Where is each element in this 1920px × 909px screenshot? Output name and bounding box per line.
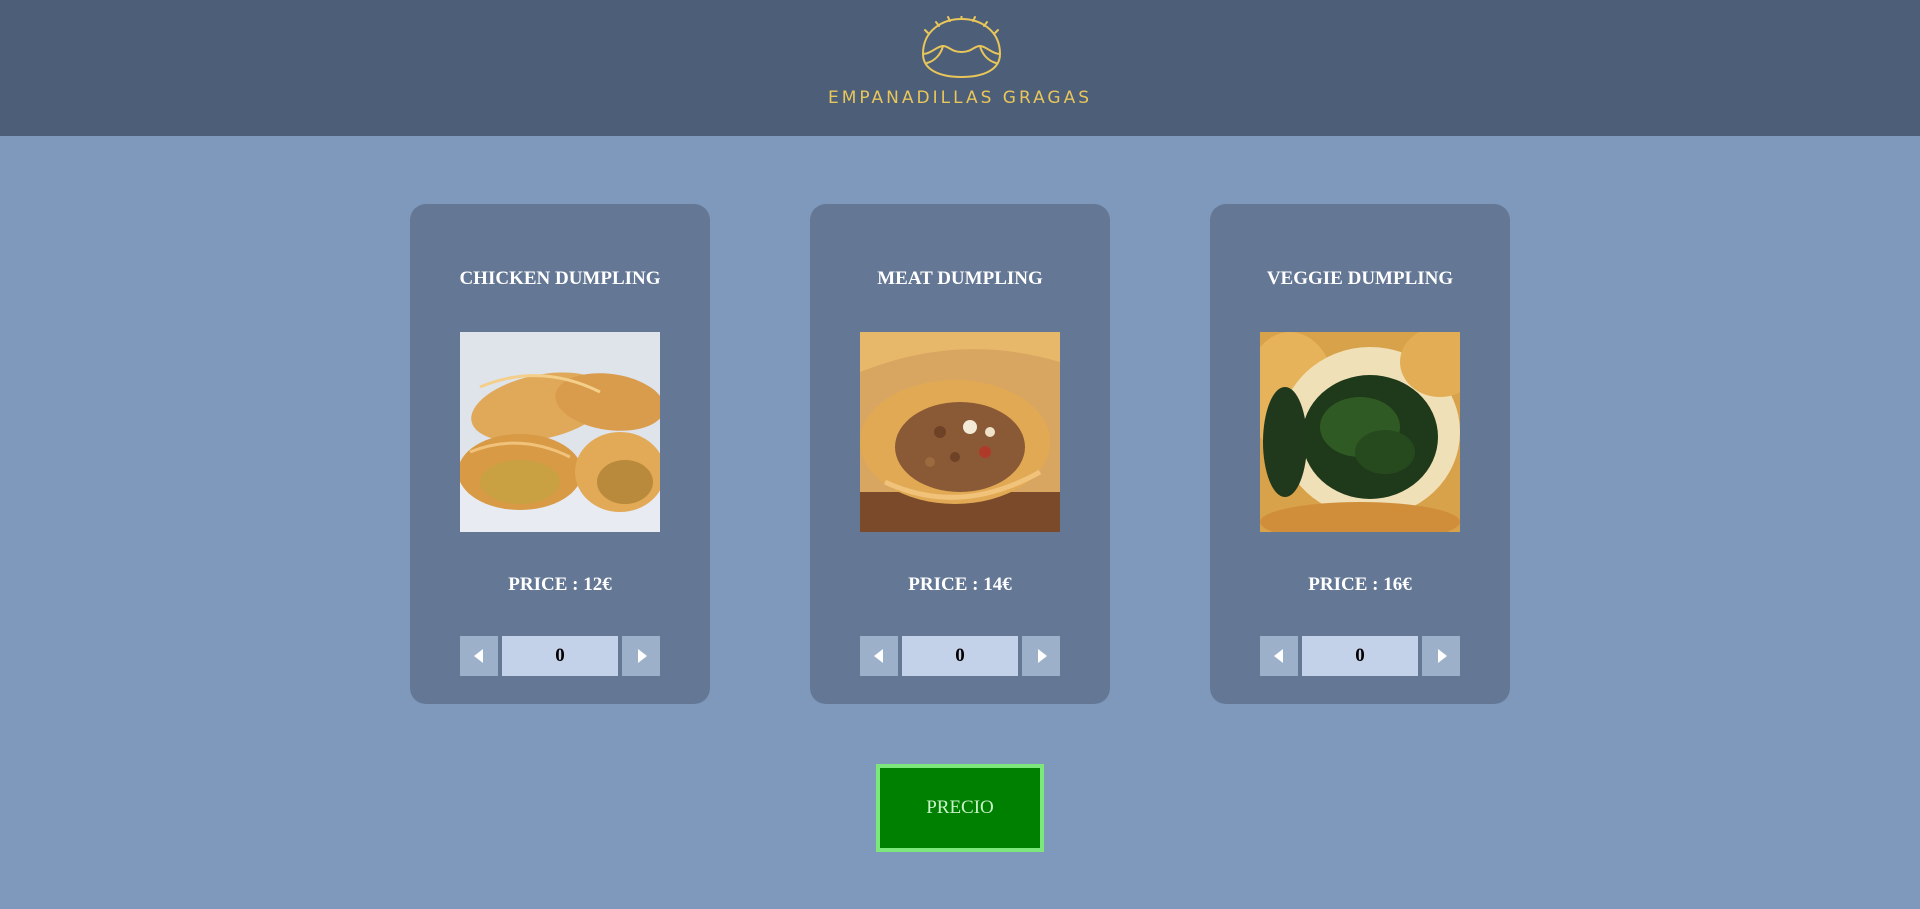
product-title: VEGGIE DUMPLING [1266, 268, 1454, 289]
meat-dumpling-photo [860, 332, 1060, 532]
increment-button[interactable] [1422, 636, 1460, 676]
product-price: PRICE : 12€ [508, 574, 612, 595]
quantity-stepper [860, 636, 1060, 676]
chicken-dumpling-photo [460, 332, 660, 532]
product-card-veggie: VEGGIE DUMPLING PRICE : 16€ [1210, 204, 1510, 704]
quantity-stepper [1260, 636, 1460, 676]
product-price: PRICE : 14€ [908, 574, 1012, 595]
product-title: MEAT DUMPLING [877, 268, 1043, 289]
quantity-stepper [460, 636, 660, 676]
decrement-button[interactable] [860, 636, 898, 676]
caret-right-icon [1438, 649, 1447, 663]
site-header: EMPANADILLAS GRAGAS [0, 0, 1920, 136]
empanada-logo-icon [922, 16, 1001, 78]
decrement-button[interactable] [1260, 636, 1298, 676]
caret-left-icon [874, 649, 883, 663]
increment-button[interactable] [1022, 636, 1060, 676]
product-title: CHICKEN DUMPLING [459, 268, 661, 289]
caret-right-icon [638, 649, 647, 663]
precio-button[interactable]: PRECIO [876, 764, 1044, 852]
quantity-field[interactable] [502, 636, 618, 676]
product-card-meat: MEAT DUMPLING PRICE : 14€ [810, 204, 1110, 704]
caret-left-icon [1274, 649, 1283, 663]
brand-name: EMPANADILLAS GRAGAS [827, 88, 1093, 108]
product-price: PRICE : 16€ [1308, 574, 1412, 595]
caret-right-icon [1038, 649, 1047, 663]
product-card-chicken: CHICKEN DUMPLING PRICE : 12€ [410, 204, 710, 704]
quantity-field[interactable] [902, 636, 1018, 676]
veggie-dumpling-photo [1260, 332, 1460, 532]
caret-left-icon [474, 649, 483, 663]
quantity-field[interactable] [1302, 636, 1418, 676]
decrement-button[interactable] [460, 636, 498, 676]
increment-button[interactable] [622, 636, 660, 676]
